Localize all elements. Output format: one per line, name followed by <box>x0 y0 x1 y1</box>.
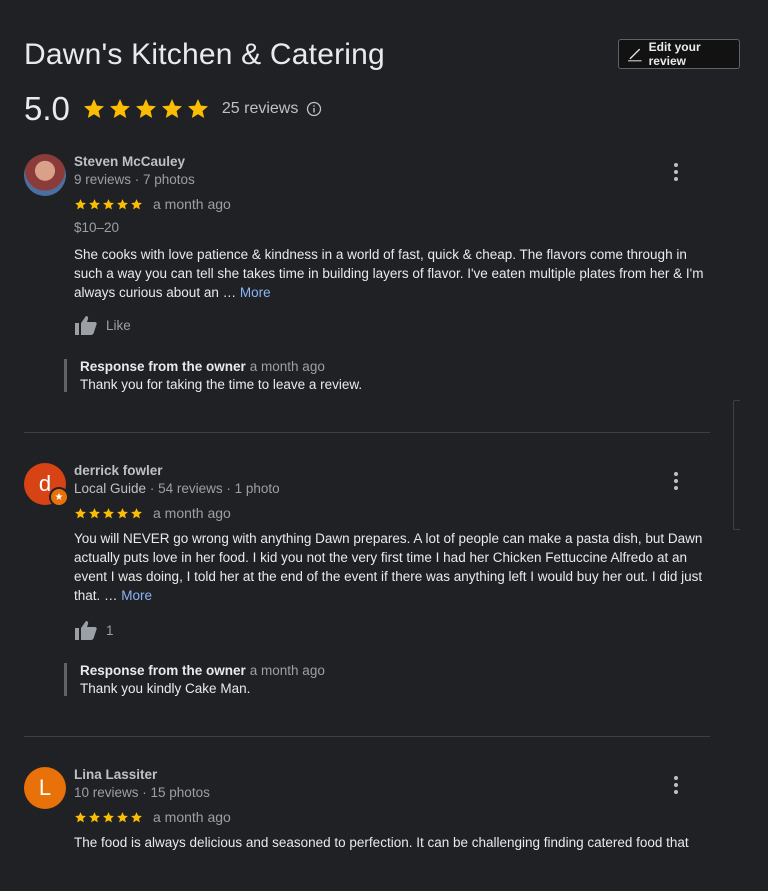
star-icon <box>89 198 100 209</box>
edit-review-label: Edit your review <box>648 40 701 68</box>
reviewer-name[interactable]: derrick fowler <box>74 463 163 478</box>
star-icon <box>117 507 128 518</box>
review-text: You will NEVER go wrong with anything Da… <box>74 529 714 605</box>
star-icon <box>83 99 104 118</box>
info-icon[interactable] <box>306 101 322 117</box>
more-vert-icon[interactable] <box>668 775 684 795</box>
review-rating: a month ago <box>74 809 231 825</box>
rating-value: 5.0 <box>24 90 70 127</box>
reviewer-name[interactable]: Lina Lassiter <box>74 767 157 782</box>
like-label: Like <box>106 317 131 333</box>
local-guide-label: Local Guide <box>74 481 147 496</box>
review-count: 25 reviews <box>221 100 299 117</box>
edit-review-button[interactable]: Edit your review <box>618 39 740 69</box>
reviewer-meta: 10 reviews · 15 photos <box>74 785 210 800</box>
owner-response-heading: Response from the owner <box>80 359 246 374</box>
star-icon <box>161 99 182 118</box>
like-count: 1 <box>106 622 114 638</box>
star-icon <box>89 811 100 822</box>
price-range: $10–20 <box>74 220 120 235</box>
star-icon <box>109 99 130 118</box>
review-text-body: You will NEVER go wrong with anything Da… <box>74 531 703 603</box>
more-link[interactable]: More <box>121 588 152 603</box>
star-icon <box>131 811 142 822</box>
scrollbar[interactable] <box>733 400 740 530</box>
reviewer-stats: · 54 reviews · 1 photo <box>149 481 280 496</box>
star-icon <box>89 507 100 518</box>
star-icon <box>131 507 142 518</box>
thumb-up-icon <box>75 621 97 640</box>
star-icon <box>187 99 208 118</box>
thumb-up-icon <box>75 316 97 335</box>
star-icon <box>103 811 114 822</box>
local-guide-badge-icon: ★ <box>49 487 69 507</box>
review-rating: a month ago <box>74 196 231 212</box>
more-vert-icon[interactable] <box>668 162 684 182</box>
like-button[interactable]: Like <box>74 314 131 336</box>
rating-summary: 5.0 25 reviews <box>24 90 322 128</box>
page-title: Dawn's Kitchen & Catering <box>24 38 385 71</box>
review-rating: a month ago <box>74 505 231 521</box>
review-time: a month ago <box>153 809 231 825</box>
avatar[interactable]: d ★ <box>24 463 69 507</box>
owner-response: Response from the owner a month ago Thank… <box>64 663 720 696</box>
like-button[interactable]: 1 <box>74 619 114 641</box>
avatar-letter: L <box>38 775 52 800</box>
star-icon <box>117 198 128 209</box>
star-icon <box>75 198 86 209</box>
star-icon <box>131 198 142 209</box>
reviewer-meta: Local Guide · 54 reviews · 1 photo <box>74 481 280 496</box>
rating-stars <box>82 97 210 121</box>
owner-response-time: a month ago <box>249 359 325 374</box>
reviewer-meta: 9 reviews · 7 photos <box>74 172 195 187</box>
review-text-body: She cooks with love patience & kindness … <box>74 247 704 300</box>
owner-response-time: a month ago <box>249 663 325 678</box>
review-text: The food is always delicious and seasone… <box>74 835 689 850</box>
review-time: a month ago <box>153 505 231 521</box>
review-text: She cooks with love patience & kindness … <box>74 245 714 302</box>
star-icon <box>75 811 86 822</box>
divider <box>24 736 710 737</box>
reviewer-name[interactable]: Steven McCauley <box>74 154 185 169</box>
owner-response-text: Thank you kindly Cake Man. <box>80 681 251 696</box>
review-time: a month ago <box>153 196 231 212</box>
star-icon <box>117 811 128 822</box>
owner-response-text: Thank you for taking the time to leave a… <box>80 377 363 392</box>
star-icon <box>103 198 114 209</box>
star-icon <box>135 99 156 118</box>
more-link[interactable]: More <box>240 285 271 300</box>
star-icon <box>75 507 86 518</box>
more-vert-icon[interactable] <box>668 471 684 491</box>
star-icon <box>103 507 114 518</box>
pencil-icon <box>627 48 642 62</box>
avatar[interactable]: L <box>24 767 66 809</box>
owner-response-heading: Response from the owner <box>80 663 246 678</box>
avatar[interactable] <box>24 154 66 196</box>
divider <box>24 432 710 433</box>
owner-response: Response from the owner a month ago Thank… <box>64 359 720 392</box>
